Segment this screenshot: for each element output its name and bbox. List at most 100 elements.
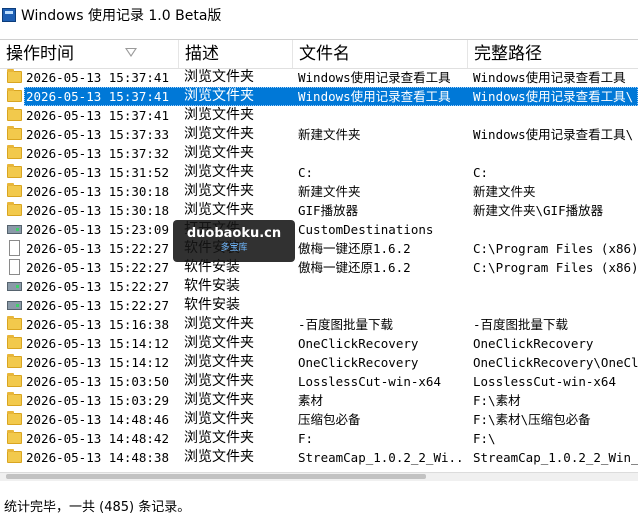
table-row[interactable]: 2026-05-13 15:22:27软件安装傲梅一键还原1.6.2C:\Pro… <box>0 239 638 258</box>
sort-arrow-icon <box>125 48 137 57</box>
table-row[interactable]: 2026-05-13 15:37:41 浏览文件夹 Windows使用记录查看工具 W… <box>0 87 638 106</box>
cell-full-path: StreamCap_1.0.2_2_Win_x64 <box>473 450 638 465</box>
cell-full-path <box>473 106 638 125</box>
cell-filename: 素材 <box>298 393 324 408</box>
cell-time: 2026-05-13 15:37:32 <box>26 146 169 161</box>
cell-description: 浏览文件夹 <box>184 202 254 218</box>
table-row[interactable]: 2026-05-13 15:30:18 浏览文件夹 新建文件夹 新建文件夹 <box>0 182 638 201</box>
cell-filename <box>298 106 466 125</box>
cell-description: 软件安装 <box>184 278 240 294</box>
cell-filename: LosslessCut-win-x64 <box>298 374 441 389</box>
cell-time: 2026-05-13 15:14:12 <box>26 355 169 370</box>
app-icon <box>2 8 16 22</box>
cell-filename: GIF播放器 <box>298 203 359 218</box>
cell-full-path: F:\ <box>473 431 496 446</box>
cell-filename: CustomDestinations <box>298 222 434 237</box>
table-row[interactable]: 2026-05-13 14:48:38 浏览文件夹 StreamCap_1.0.2_… <box>0 448 638 467</box>
document-icon <box>9 240 20 256</box>
cell-description: 浏览文件夹 <box>184 430 254 446</box>
cell-full-path: OneClickRecovery\OneClic <box>473 355 638 370</box>
column-header-filename[interactable]: 文件名 <box>293 40 468 68</box>
table-row[interactable]: 2026-05-13 15:30:18 浏览文件夹 GIF播放器 新建文件夹\GIF播… <box>0 201 638 220</box>
cell-description: 浏览文件夹 <box>184 88 254 104</box>
drive-icon <box>7 301 22 310</box>
cell-filename: F: <box>298 431 314 446</box>
folder-icon <box>7 430 22 444</box>
cell-full-path: LosslessCut-win-x64 <box>473 374 616 389</box>
cell-description: 浏览文件夹 <box>184 164 254 180</box>
cell-full-path: C:\Program Files (x86)\A <box>473 260 638 275</box>
status-bar: 统计完毕，一共 (485) 条记录。 <box>4 500 191 515</box>
folder-icon <box>7 88 22 102</box>
cell-time: 2026-05-13 14:48:38 <box>26 450 169 465</box>
table-row[interactable]: 2026-05-13 15:37:33 浏览文件夹 新建文件夹 Windows使用记录… <box>0 125 638 144</box>
cell-full-path <box>473 277 638 296</box>
column-header-time[interactable]: 操作时间 <box>0 40 179 68</box>
cell-time: 2026-05-13 15:37:41 <box>26 70 169 85</box>
watermark-badge: duobaoku.cn 多宝库 <box>173 220 295 262</box>
cell-time: 2026-05-13 15:22:27 <box>26 298 169 313</box>
table-row[interactable]: 2026-05-13 15:22:27 软件安装 <box>0 277 638 296</box>
folder-icon <box>7 183 22 197</box>
folder-icon <box>7 449 22 463</box>
folder-icon <box>7 392 22 406</box>
cell-description: 浏览文件夹 <box>184 145 254 161</box>
cell-full-path: C: <box>473 165 489 180</box>
cell-time: 2026-05-13 15:03:50 <box>26 374 169 389</box>
table-row[interactable]: 2026-05-13 15:22:27软件安装傲梅一键还原1.6.2C:\Pro… <box>0 258 638 277</box>
table-row[interactable]: 2026-05-13 15:03:29 浏览文件夹 素材 F:\素材 <box>0 391 638 410</box>
cell-filename: 压缩包必备 <box>298 412 361 427</box>
table-row[interactable]: 2026-05-13 15:03:50 浏览文件夹 LosslessCut-win-… <box>0 372 638 391</box>
watermark-text: duobaoku.cn <box>186 226 282 241</box>
cell-description: 浏览文件夹 <box>184 183 254 199</box>
cell-time: 2026-05-13 15:30:18 <box>26 203 169 218</box>
window-title: Windows 使用记录 1.0 Beta版 <box>21 8 222 24</box>
table-row[interactable]: 2026-05-13 14:48:46 浏览文件夹 压缩包必备 F:\素材\压缩包必备 <box>0 410 638 429</box>
folder-icon <box>7 316 22 330</box>
cell-filename: 新建文件夹 <box>298 184 361 199</box>
cell-time: 2026-05-13 15:30:18 <box>26 184 169 199</box>
cell-full-path: OneClickRecovery <box>473 336 594 351</box>
cell-time: 2026-05-13 15:22:27 <box>26 241 169 256</box>
cell-time: 2026-05-13 15:22:27 <box>26 260 169 275</box>
folder-icon <box>7 335 22 349</box>
document-icon <box>9 259 20 275</box>
table-row[interactable]: 2026-05-13 15:14:12 浏览文件夹 OneClickRecovery… <box>0 353 638 372</box>
cell-filename <box>298 296 466 315</box>
cell-filename: 傲梅一键还原1.6.2 <box>298 260 411 275</box>
record-list[interactable]: 操作时间 描述 文件名 完整路径 2026-05-13 15:37:41 浏览文件… <box>0 39 638 473</box>
horizontal-scrollbar[interactable] <box>0 472 638 481</box>
drive-icon <box>7 282 22 291</box>
cell-description: 浏览文件夹 <box>184 392 254 408</box>
table-row[interactable]: 2026-05-13 15:31:52 浏览文件夹 C: C: <box>0 163 638 182</box>
list-header: 操作时间 描述 文件名 完整路径 <box>0 40 638 69</box>
cell-full-path <box>473 296 638 315</box>
scrollbar-thumb[interactable] <box>6 474 426 479</box>
folder-icon <box>7 164 22 178</box>
table-row[interactable]: 2026-05-13 15:23:09打开文件CustomDestination… <box>0 220 638 239</box>
list-rows: 2026-05-13 15:37:41 浏览文件夹 Windows使用记录查看工具 W… <box>0 68 638 467</box>
folder-icon <box>7 202 22 216</box>
cell-full-path: Windows使用记录查看工具 <box>473 70 626 85</box>
cell-description: 浏览文件夹 <box>184 126 254 142</box>
cell-time: 2026-05-13 15:31:52 <box>26 165 169 180</box>
column-header-full-path[interactable]: 完整路径 <box>468 40 638 68</box>
cell-time: 2026-05-13 15:37:41 <box>26 108 169 123</box>
cell-description: 浏览文件夹 <box>184 316 254 332</box>
table-row[interactable]: 2026-05-13 15:37:41 浏览文件夹 <box>0 106 638 125</box>
folder-icon <box>7 373 22 387</box>
cell-filename: Windows使用记录查看工具 <box>298 89 451 104</box>
cell-description: 浏览文件夹 <box>184 373 254 389</box>
table-row[interactable]: 2026-05-13 15:14:12 浏览文件夹 OneClickRecovery… <box>0 334 638 353</box>
table-row[interactable]: 2026-05-13 15:22:27 软件安装 <box>0 296 638 315</box>
cell-time: 2026-05-13 14:48:46 <box>26 412 169 427</box>
cell-description: 浏览文件夹 <box>184 449 254 465</box>
cell-time: 2026-05-13 15:22:27 <box>26 279 169 294</box>
table-row[interactable]: 2026-05-13 15:16:38 浏览文件夹 -百度图批量下载 -百度图批量下载 <box>0 315 638 334</box>
column-header-description[interactable]: 描述 <box>179 40 293 68</box>
table-row[interactable]: 2026-05-13 15:37:32 浏览文件夹 <box>0 144 638 163</box>
table-row[interactable]: 2026-05-13 15:37:41 浏览文件夹 Windows使用记录查看工具 W… <box>0 68 638 87</box>
folder-icon <box>7 411 22 425</box>
cell-full-path: Windows使用记录查看工具\ <box>473 127 634 142</box>
table-row[interactable]: 2026-05-13 14:48:42 浏览文件夹 F: F:\ <box>0 429 638 448</box>
